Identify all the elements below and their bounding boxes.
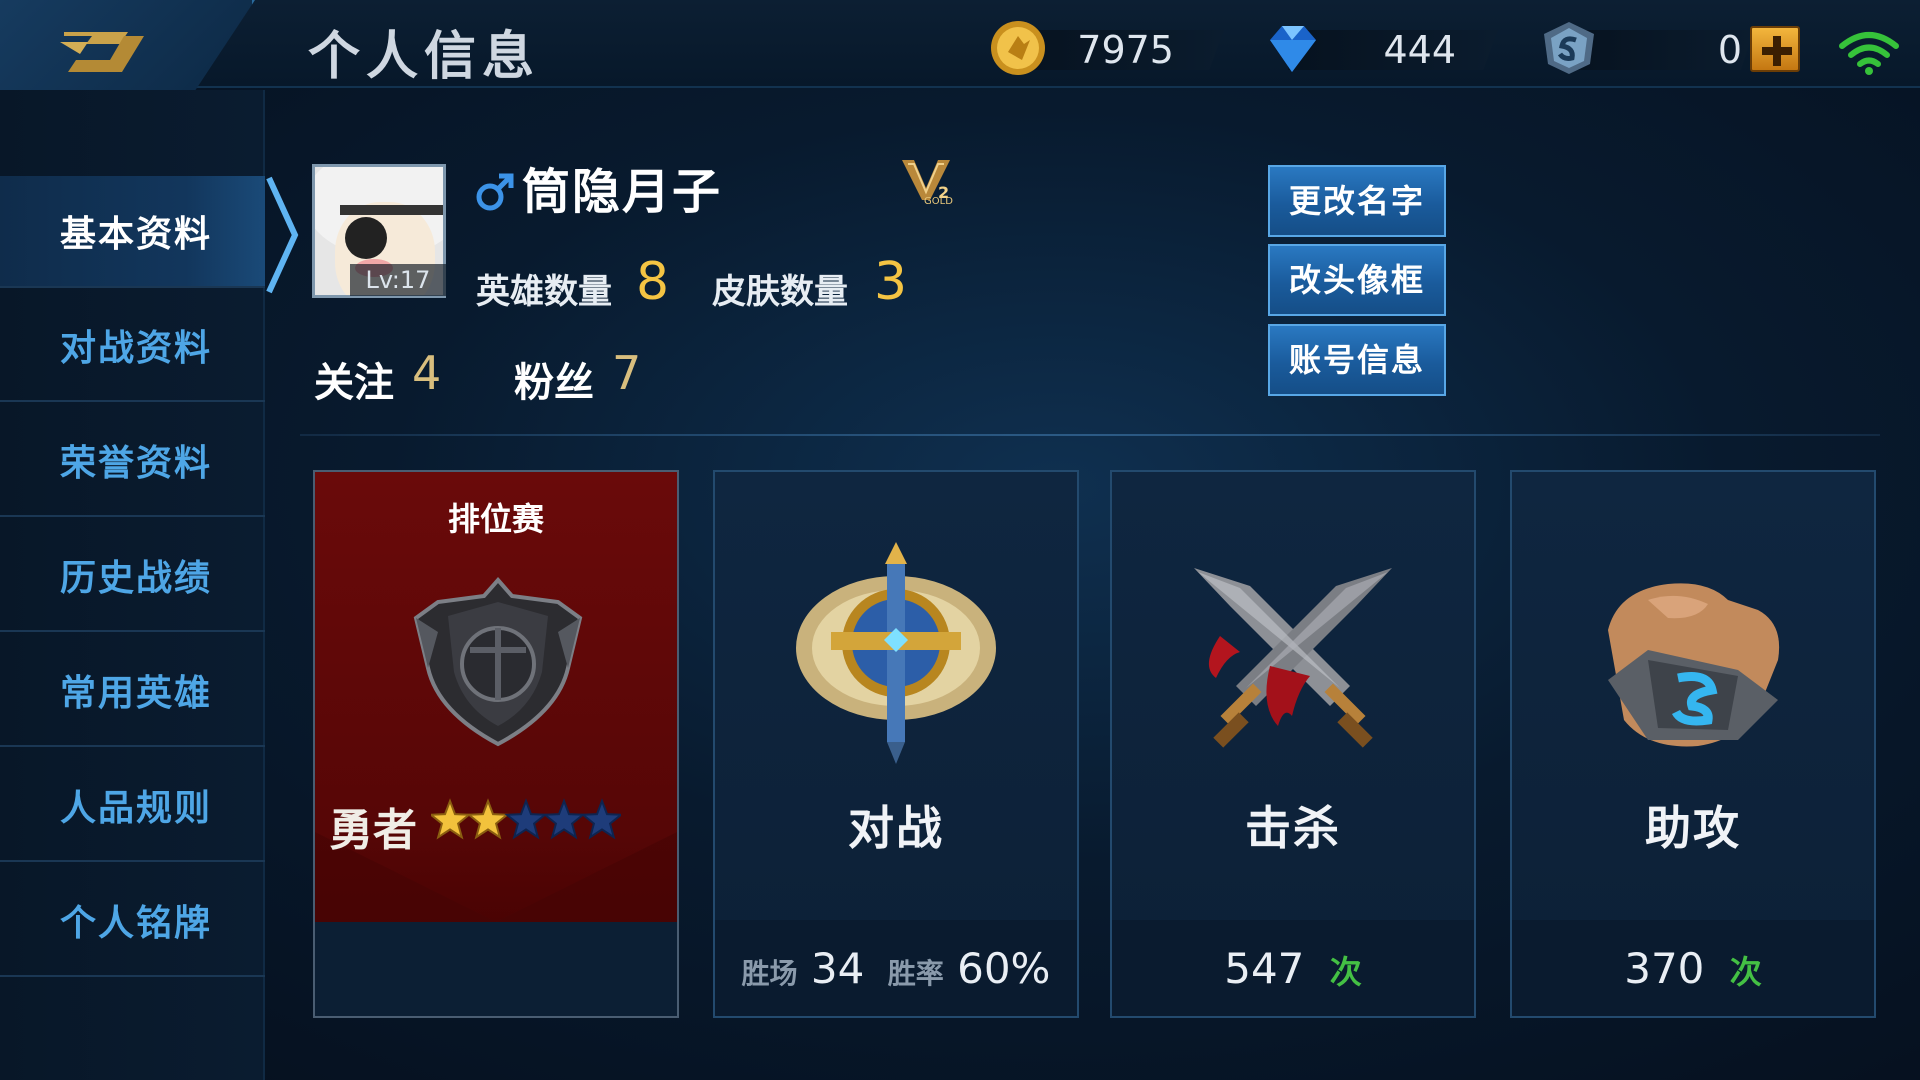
star-filled-icon — [428, 798, 472, 840]
wins-label: 胜场 — [741, 957, 798, 990]
battle-card[interactable]: 对战 胜场 34 胜率 60% — [713, 470, 1079, 1018]
diamond-icon — [1262, 18, 1322, 82]
section-divider — [300, 434, 1880, 436]
sidebar-item-history[interactable]: 历史战绩 — [0, 520, 265, 632]
wifi-icon — [1839, 32, 1899, 75]
diamond-currency: 444 — [1262, 24, 1498, 74]
hero-count-value: 8 — [636, 252, 670, 312]
skin-count-value: 3 — [874, 252, 908, 312]
sidebar: 基本资料 对战资料 荣誉资料 历史战绩 常用英雄 人品规则 个人铭牌 — [0, 90, 265, 1080]
sidebar-item-label: 对战资料 — [60, 328, 213, 369]
player-name: 筒隐月子 — [522, 164, 723, 220]
voucher-currency: 0 — [1540, 22, 1754, 74]
hero-count-label: 英雄数量 — [476, 272, 612, 312]
voucher-icon — [1540, 18, 1598, 82]
sidebar-item-label: 荣誉资料 — [60, 443, 213, 484]
sword-emblem-icon — [796, 542, 996, 764]
plus-icon[interactable] — [1750, 26, 1800, 72]
fans-label[interactable]: 粉丝 — [514, 350, 594, 408]
assists-footer: 370 次 — [1512, 920, 1874, 1016]
winrate-label: 胜率 — [887, 957, 944, 990]
sidebar-item-battle-info[interactable]: 对战资料 — [0, 290, 265, 402]
sidebar-item-credit-rules[interactable]: 人品规则 — [0, 750, 265, 862]
active-indicator-chevron-icon — [266, 176, 299, 294]
voucher-value: 0 — [1717, 28, 1742, 72]
gold-coin-icon — [988, 18, 1048, 82]
sidebar-item-common-heroes[interactable]: 常用英雄 — [0, 635, 265, 747]
fans-count[interactable]: 7 — [612, 346, 641, 400]
sidebar-item-label: 历史战绩 — [60, 558, 213, 599]
rank-stars — [428, 798, 624, 848]
assists-value: 370 — [1624, 944, 1705, 993]
kills-value: 547 — [1224, 944, 1305, 993]
sidebar-item-label: 常用英雄 — [60, 673, 213, 714]
sidebar-item-label: 人品规则 — [60, 788, 213, 829]
star-empty-icon — [504, 798, 548, 840]
follow-count[interactable]: 4 — [412, 346, 441, 400]
back-arrow-icon — [60, 32, 144, 72]
avatar-frame-button[interactable]: 改头像框 — [1268, 244, 1446, 316]
sidebar-item-label: 基本资料 — [60, 214, 213, 255]
account-info-button[interactable]: 账号信息 — [1268, 324, 1446, 396]
svg-text:2: 2 — [938, 183, 949, 202]
ranked-title: 排位赛 — [447, 500, 544, 538]
battle-footer: 胜场 34 胜率 60% — [715, 920, 1077, 1016]
ranked-card[interactable]: 排位赛 勇者 — [313, 470, 679, 1018]
assists-card[interactable]: 助攻 370 次 — [1510, 470, 1876, 1018]
tier-name: 勇者 — [329, 805, 417, 856]
winrate-value: 60% — [957, 944, 1051, 993]
wins-value: 34 — [810, 944, 865, 993]
star-filled-icon — [466, 798, 510, 840]
star-empty-icon — [542, 798, 586, 840]
sidebar-item-basic-info[interactable]: 基本资料 — [0, 176, 265, 288]
assists-label: 助攻 — [1645, 801, 1741, 855]
kills-unit: 次 — [1329, 953, 1362, 991]
sidebar-item-nameplate[interactable]: 个人铭牌 — [0, 865, 265, 977]
follow-label[interactable]: 关注 — [314, 350, 394, 408]
gold-currency: 7975 — [988, 21, 1224, 75]
level-badge: Lv:17 — [350, 264, 446, 296]
kills-card[interactable]: 击杀 547 次 — [1110, 470, 1476, 1018]
kills-footer: 547 次 — [1112, 920, 1474, 1016]
kills-label: 击杀 — [1245, 801, 1341, 855]
rank-shield-icon — [413, 576, 583, 747]
sidebar-item-label: 个人铭牌 — [60, 903, 213, 944]
page-title: 个人信息 — [308, 27, 541, 87]
gold-value: 7975 — [1077, 28, 1174, 72]
rename-button[interactable]: 更改名字 — [1268, 165, 1446, 237]
top-bar: 个人信息 7975 444 0 — [0, 0, 1920, 108]
assists-unit: 次 — [1729, 953, 1762, 991]
battle-label: 对战 — [848, 801, 944, 855]
handshake-icon — [1608, 583, 1780, 747]
sidebar-item-honor-info[interactable]: 荣誉资料 — [0, 405, 265, 517]
crossed-swords-icon — [1194, 568, 1392, 748]
star-empty-icon — [580, 798, 624, 840]
gold-rank-badge-icon: GOLD 2 — [902, 160, 953, 206]
skin-count-label: 皮肤数量 — [712, 272, 848, 312]
male-symbol-icon — [476, 173, 514, 211]
diamond-value: 444 — [1383, 28, 1456, 72]
